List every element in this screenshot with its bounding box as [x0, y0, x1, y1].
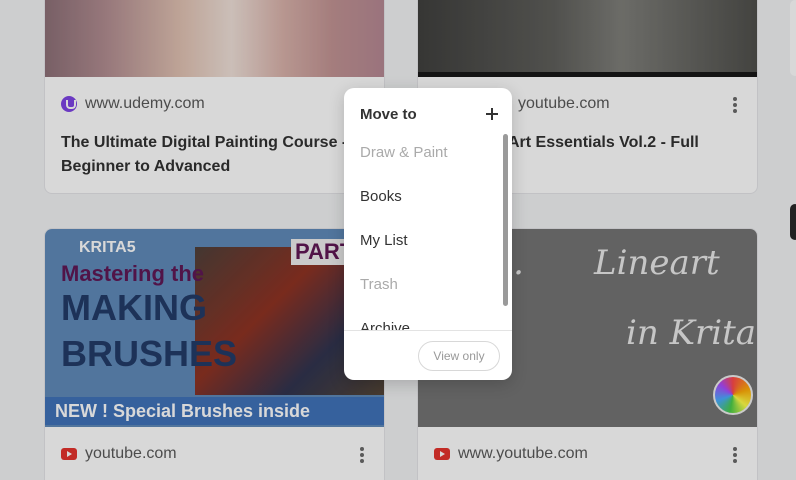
menu-item-books[interactable]: Books	[344, 176, 500, 220]
menu-title: Move to	[360, 105, 417, 123]
move-to-menu: Move to Draw & Paint Books My List Trash…	[344, 88, 512, 380]
menu-header: Move to	[360, 104, 498, 124]
view-only-button[interactable]: View only	[418, 341, 500, 371]
add-collection-icon[interactable]	[486, 108, 498, 120]
menu-item-my-list[interactable]: My List	[344, 220, 500, 264]
collection-list[interactable]: Draw & Paint Books My List Trash Archive	[344, 132, 500, 330]
menu-divider	[344, 330, 512, 331]
menu-scrollbar[interactable]	[503, 134, 508, 306]
menu-item-trash: Trash	[360, 276, 398, 293]
menu-item-archive[interactable]: Archive	[344, 308, 500, 330]
menu-item-draw-paint: Draw & Paint	[360, 144, 448, 161]
